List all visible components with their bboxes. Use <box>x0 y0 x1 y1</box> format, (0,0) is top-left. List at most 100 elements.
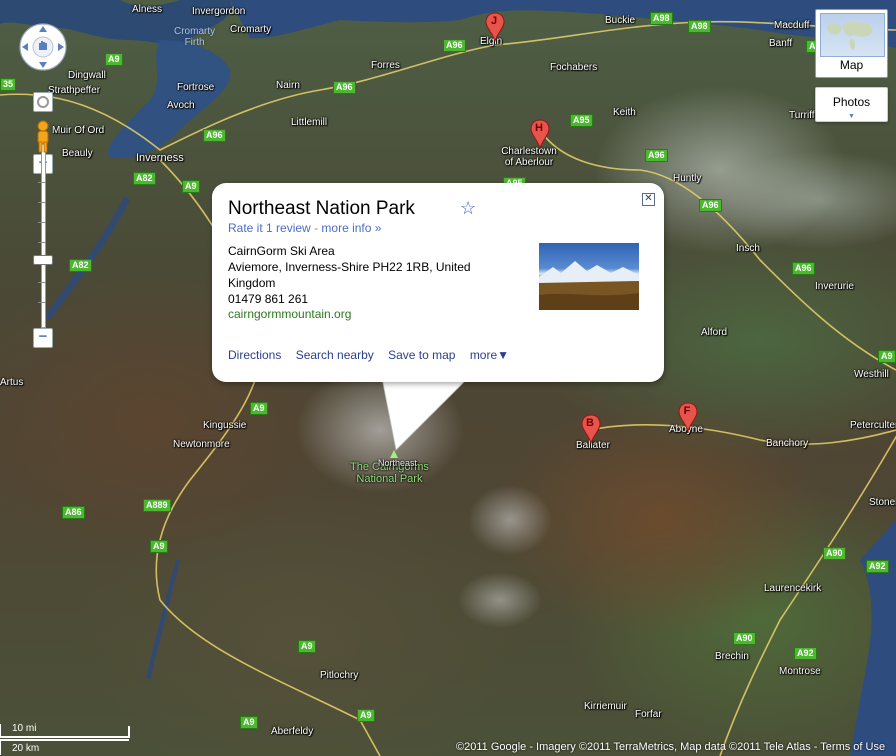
road-shield: A9 <box>250 402 268 415</box>
copyright-bar: ©2011 Google - Imagery ©2011 TerraMetric… <box>456 741 885 753</box>
road-shield: A82 <box>69 259 92 272</box>
close-icon[interactable]: ✕ <box>642 193 655 206</box>
scale-bar: 10 mi 20 km <box>0 722 135 756</box>
place-label: Brechin <box>715 651 749 662</box>
place-photo[interactable] <box>539 243 639 310</box>
place-label: Montrose <box>779 666 821 677</box>
place-label: Forres <box>371 60 400 71</box>
directions-link[interactable]: Directions <box>228 348 281 362</box>
road-shield: A98 <box>688 20 711 33</box>
rate-it-link[interactable]: Rate it <box>228 221 263 235</box>
photos-label: Photos <box>832 95 871 109</box>
place-label: Kirriemuir <box>584 701 627 712</box>
address-block: CairnGorm Ski Area Aviemore, Inverness-S… <box>228 243 513 307</box>
road-shield: A96 <box>699 199 722 212</box>
place-label: Inverurie <box>815 281 854 292</box>
place-label: Macduff <box>774 20 810 31</box>
place-label: Avoch <box>167 100 195 111</box>
zoom-track[interactable] <box>41 128 46 328</box>
place-label: Buckie <box>605 15 636 26</box>
zoom-tick <box>38 302 46 303</box>
place-label: Charlestown of Aberlour <box>501 146 557 168</box>
camera-circle-icon <box>37 96 49 108</box>
pan-control[interactable] <box>18 22 68 72</box>
marker-f[interactable]: F <box>677 402 699 432</box>
terms-of-use-link[interactable]: Terms of Use <box>820 741 885 753</box>
marker-b[interactable]: B <box>580 414 602 444</box>
star-icon[interactable]: ☆ <box>460 198 476 219</box>
place-label: Littlemill <box>291 117 328 128</box>
place-label: Strathpeffer <box>48 85 101 96</box>
road-shield: A90 <box>733 632 756 645</box>
place-label: Dingwall <box>68 70 106 81</box>
copyright-text: ©2011 Google - Imagery ©2011 TerraMetric… <box>456 741 821 753</box>
water-label-line: Firth <box>184 37 205 48</box>
place-label: Keith <box>613 107 636 118</box>
place-label: Kingussie <box>203 420 247 431</box>
rating-separator: - <box>314 221 319 235</box>
marker-letter: J <box>490 15 498 27</box>
loch-ericht <box>146 560 180 680</box>
pegman-icon[interactable] <box>34 120 52 154</box>
zoom-out-button[interactable]: − <box>33 328 53 348</box>
scale-miles-label: 10 mi <box>12 723 37 734</box>
place-label: Aberfeldy <box>271 726 314 737</box>
place-label: Inverness <box>136 152 184 164</box>
place-label: Newtonmore <box>173 439 230 450</box>
place-label: Alness <box>132 4 163 15</box>
map-type-button[interactable]: Map <box>815 9 888 78</box>
save-to-map-link[interactable]: Save to map <box>388 348 455 362</box>
address-line: CairnGorm Ski Area <box>228 244 335 258</box>
road-shield: A90 <box>823 547 846 560</box>
place-label: Cromarty <box>230 24 272 35</box>
marker-letter: H <box>535 122 543 134</box>
marker-letter: F <box>683 405 691 417</box>
place-label: Turriff <box>789 110 815 121</box>
more-info-link[interactable]: more info » <box>321 221 381 235</box>
scale-tick <box>128 726 130 738</box>
place-label: Peterculter <box>850 420 896 431</box>
place-label: Muir Of Ord <box>52 125 105 136</box>
mountain-photo-icon <box>539 261 639 310</box>
place-label: Fochabers <box>550 62 598 73</box>
place-label: Artus <box>0 377 24 388</box>
pegman-figure-icon <box>37 120 49 153</box>
map-type-label: Map <box>839 58 864 72</box>
water-label-line: Cromarty <box>174 26 216 37</box>
road-shield: A92 <box>866 560 889 573</box>
photos-button[interactable]: Photos ▼ <box>815 87 888 122</box>
marker-h[interactable]: H <box>529 119 551 149</box>
road-shield: A96 <box>645 149 668 162</box>
marker-j[interactable]: J <box>484 12 506 42</box>
place-title: Northeast Nation Park <box>228 198 415 219</box>
info-window: ✕ Northeast Nation Park ☆ Rate it 1 revi… <box>212 183 664 382</box>
info-window-tail <box>381 378 469 451</box>
place-label: Laurencekirk <box>764 583 822 594</box>
more-dropdown-link[interactable]: more▼ <box>470 348 509 362</box>
road-shield: A9 <box>182 180 200 193</box>
road-shield: A9 <box>240 716 258 729</box>
place-label: Forfar <box>635 709 662 720</box>
road-shield: A92 <box>794 647 817 660</box>
rating-row: Rate it 1 review - more info » <box>228 221 381 235</box>
road-shield: A96 <box>203 129 226 142</box>
address-line: Aviemore, Inverness-Shire PH22 1RB, Unit… <box>228 260 471 290</box>
website-link[interactable]: cairngormmountain.org <box>228 307 351 321</box>
place-label: Stonehaven <box>869 497 896 508</box>
road-shield: A95 <box>570 114 593 127</box>
road-shield: 35 <box>0 78 17 91</box>
scale-km-label: 20 km <box>12 743 40 754</box>
review-link[interactable]: 1 review <box>266 221 311 235</box>
chevron-down-icon: ▼ <box>848 113 855 120</box>
sea-east <box>850 520 896 756</box>
park-marker-label: Northeast <box>378 458 418 468</box>
road-shield: A9 <box>878 350 896 363</box>
road-shield: A98 <box>650 12 673 25</box>
road-shield: A9 <box>105 53 123 66</box>
zoom-slider-handle[interactable] <box>33 255 53 265</box>
road-shield: A9 <box>298 640 316 653</box>
street-view-box[interactable] <box>33 92 53 112</box>
search-nearby-link[interactable]: Search nearby <box>296 348 374 362</box>
water-label: Cromarty Firth <box>174 26 215 48</box>
zoom-tick <box>38 182 46 183</box>
